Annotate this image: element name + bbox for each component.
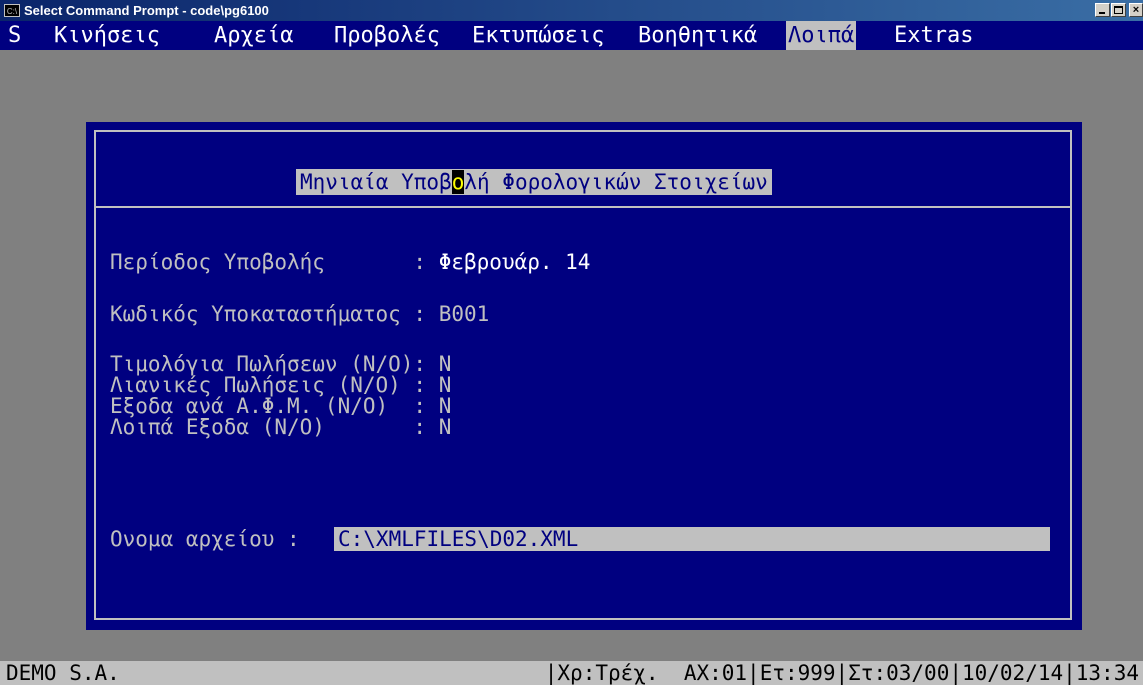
company-name: DEMO S.A.: [6, 661, 120, 685]
menu-bar: S Κινήσεις Αρχεία Προβολές Εκτυπώσεις Βο…: [0, 21, 1143, 50]
menu-item-loipa[interactable]: Λοιπά: [786, 21, 857, 50]
window-titlebar[interactable]: C:\ Select Command Prompt - code\pg6100 …: [0, 0, 1143, 21]
console-app-icon[interactable]: C:\: [4, 4, 20, 17]
close-button[interactable]: ×: [1129, 3, 1143, 17]
period-field[interactable]: Φεβρουάρ. 14: [439, 250, 591, 274]
branch-field[interactable]: B001: [439, 302, 490, 326]
window-title: Select Command Prompt - code\pg6100: [24, 3, 269, 18]
status-bar: DEMO S.A. |Χρ:Τρέχ. ΑΧ:01|Ετ:999|Στ:03/0…: [0, 661, 1143, 685]
minimize-icon: [1099, 12, 1105, 14]
dialog-title-separator: [94, 206, 1072, 208]
branch-row: Κωδικός Υποκαταστήματος : B001: [110, 302, 489, 326]
status-info: |Χρ:Τρέχ. ΑΧ:01|Ετ:999|Στ:03/00|10/02/14…: [544, 661, 1139, 685]
minimize-button[interactable]: [1095, 3, 1110, 17]
branch-label: Κωδικός Υποκαταστήματος :: [110, 302, 439, 326]
console-area: S Κινήσεις Αρχεία Προβολές Εκτυπώσεις Βο…: [0, 21, 1143, 685]
menu-item-kiniseis[interactable]: Κινήσεις: [52, 21, 162, 50]
filename-label: Ονομα αρχείου :: [110, 527, 313, 551]
other-expenses-option[interactable]: Λοιπά Εξοδα (Ν/Ο) : N: [110, 415, 451, 439]
dialog-title: Μηνιαία Υποβολή Φορολογικών Στοιχείων: [296, 169, 772, 195]
maximize-icon: [1114, 6, 1123, 14]
menu-item-extras[interactable]: Extras: [892, 21, 975, 50]
dialog-title-part-1: Μηνιαία Υποβ: [300, 170, 452, 194]
close-icon: ×: [1132, 4, 1140, 16]
menu-item-provoles[interactable]: Προβολές: [332, 21, 442, 50]
period-label: Περίοδος Υποβολής :: [110, 250, 439, 274]
period-row: Περίοδος Υποβολής : Φεβρουάρ. 14: [110, 250, 590, 274]
menu-item-arxeia[interactable]: Αρχεία: [212, 21, 295, 50]
filename-input[interactable]: C:\XMLFILES\D02.XML: [334, 527, 1050, 551]
menu-item-s[interactable]: S: [6, 21, 23, 50]
menu-item-voithitika[interactable]: Βοηθητικά: [636, 21, 759, 50]
menu-item-ektyposeis[interactable]: Εκτυπώσεις: [470, 21, 606, 50]
maximize-button[interactable]: [1111, 3, 1126, 17]
text-cursor: ο: [451, 170, 465, 194]
monthly-tax-submission-dialog: Μηνιαία Υποβολή Φορολογικών Στοιχείων Πε…: [86, 122, 1082, 630]
dialog-title-part-2: λή Φορολογικών Στοιχείων: [464, 170, 768, 194]
